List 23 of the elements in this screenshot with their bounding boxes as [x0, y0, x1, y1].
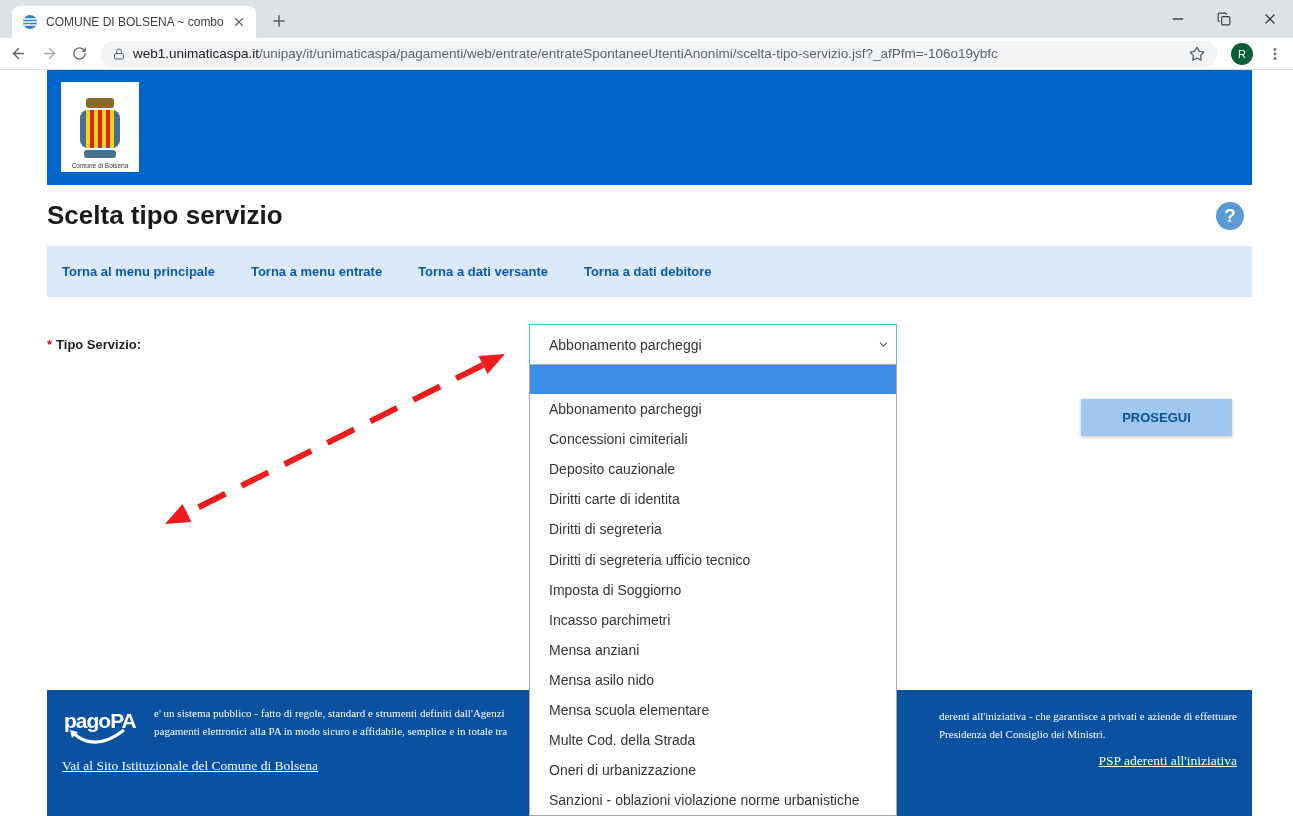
footer-text: e' un sistema pubblico - fatto di regole, standard e strumenti definiti dall'Agenzi pagamenti elettronici alla PA in modo sicuro e affidabile, semplice e in totale tra — [154, 706, 508, 739]
browser-tab[interactable]: COMUNE DI BOLSENA ~ combo — [12, 6, 256, 38]
star-icon[interactable] — [1189, 45, 1205, 62]
lock-icon — [113, 47, 125, 60]
forward-arrow-icon[interactable] — [41, 45, 58, 62]
profile-avatar[interactable]: R — [1231, 42, 1253, 65]
nav-link[interactable]: Torna a dati debitore — [583, 264, 712, 279]
address-bar[interactable]: web1.unimaticaspa.it/unipay/it/unimaticaspa/pagamenti/web/entrate/entrateSpontaneeUtentiAnonimi/scelta-tipo-servizio.jsf?_afPfm=-106o19ybfc — [101, 40, 1217, 67]
nav-link[interactable]: Torna a menu entrate — [250, 264, 383, 279]
footer-link[interactable]: Vai al Sito Istituzionale del Comune di Bolsena — [62, 758, 508, 774]
footer-link[interactable]: PSP aderenti all'iniziativa — [1098, 753, 1237, 769]
service-select[interactable]: Abbonamento parcheggi — [529, 324, 897, 365]
footer-text: derenti all'iniziativa - che garantisce a privati e aziende di effettuare Presidenza del Consiglio dei Ministri. — [939, 709, 1237, 742]
nav-link[interactable]: Torna al menu principale — [62, 264, 215, 279]
globe-icon — [22, 14, 38, 30]
pagopa-logo: pagoPA — [62, 704, 148, 748]
nav-link[interactable]: Torna a dati versante — [418, 264, 548, 279]
reload-icon[interactable] — [72, 46, 87, 61]
prosegui-button[interactable]: PROSEGUI — [1081, 399, 1232, 436]
tab-title: COMUNE DI BOLSENA ~ combo — [46, 15, 224, 29]
page-title: Scelta tipo servizio — [47, 200, 283, 231]
field-label: * Tipo Servizio: — [47, 336, 143, 352]
url-text: web1.unimaticaspa.it/unipay/it/unimaticaspa/pagamenti/web/entrate/entrateSpontaneeUtentiAnonimi/scelta-tipo-servizio.jsf?_afPfm=-106o19ybfc — [133, 46, 998, 61]
